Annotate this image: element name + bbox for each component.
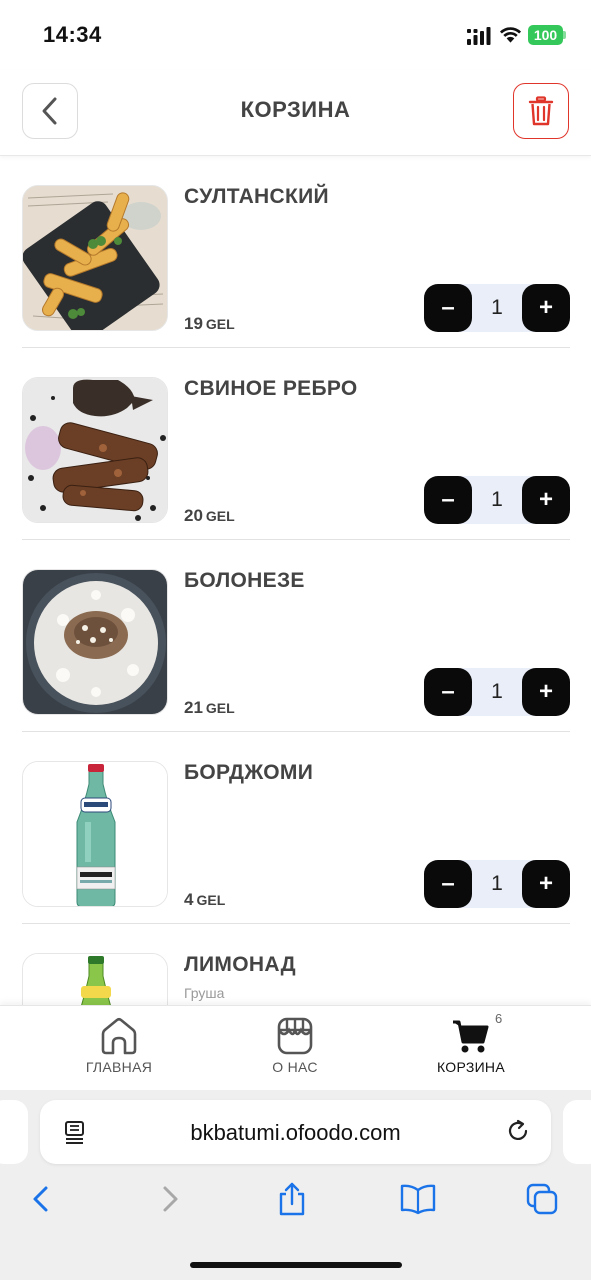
next-tab-preview[interactable]: [563, 1100, 591, 1164]
nav-home-label: ГЛАВНАЯ: [85, 1059, 153, 1075]
battery-level: 100: [528, 25, 563, 45]
cart-icon: [453, 1020, 489, 1053]
bookmarks-icon[interactable]: [399, 1182, 437, 1216]
nav-about[interactable]: О НАС: [215, 1006, 375, 1091]
nav-cart-label: КОРЗИНА: [437, 1059, 505, 1075]
item-name: БОРДЖОМИ: [184, 761, 314, 784]
item-name: СВИНОЕ РЕБРО: [184, 377, 358, 400]
item-image-limonad[interactable]: [22, 953, 168, 1006]
item-price: 4 GEL: [184, 890, 226, 909]
item-price: 20 GEL: [184, 506, 235, 525]
item-name: СУЛТАНСКИЙ: [184, 185, 329, 208]
bottom-navigation: ГЛАВНАЯ О НАС 6 КОРЗИНА: [0, 1005, 591, 1090]
store-icon: [277, 1017, 313, 1055]
quantity-value: 1: [491, 296, 503, 319]
home-icon: [101, 1017, 137, 1055]
status-time: 14:34: [43, 22, 102, 47]
cart-item: СВИНОЕ РЕБРО 20 GEL – 1 +: [22, 348, 570, 540]
quantity-value: 1: [491, 488, 503, 511]
home-indicator: [190, 1262, 402, 1268]
decrease-quantity-button[interactable]: –: [424, 668, 472, 716]
nav-cart[interactable]: 6 КОРЗИНА: [391, 1006, 551, 1091]
decrease-quantity-button[interactable]: –: [424, 284, 472, 332]
item-image-bolonese[interactable]: [22, 569, 168, 715]
clear-cart-button[interactable]: [513, 83, 569, 139]
page-title: КОРЗИНА: [240, 97, 351, 122]
nav-about-label: О НАС: [272, 1059, 318, 1075]
cart-item: БОРДЖОМИ 4 GEL – 1 +: [22, 732, 570, 924]
browser-forward-icon[interactable]: [153, 1182, 185, 1216]
page-header: КОРЗИНА: [0, 70, 591, 156]
browser-back-icon[interactable]: [26, 1182, 58, 1216]
item-image-svinoe-rebro[interactable]: [22, 377, 168, 523]
status-bar: 14:34 100: [0, 0, 591, 70]
previous-tab-preview[interactable]: [0, 1100, 28, 1164]
item-name: БОЛОНЕЗЕ: [184, 569, 305, 592]
decrease-quantity-button[interactable]: –: [424, 860, 472, 908]
cart-item: БОЛОНЕЗЕ 21 GEL – 1 +: [22, 540, 570, 732]
address-bar[interactable]: bkbatumi.ofoodo.com: [40, 1100, 551, 1164]
increase-quantity-button[interactable]: +: [522, 860, 570, 908]
reload-icon[interactable]: [505, 1118, 531, 1144]
cart-item: ЛИМОНАД Груша: [22, 924, 570, 1006]
quantity-stepper: – 1 +: [424, 476, 570, 524]
tabs-icon[interactable]: [526, 1182, 558, 1216]
increase-quantity-button[interactable]: +: [522, 284, 570, 332]
quantity-stepper: – 1 +: [424, 860, 570, 908]
trash-icon: [528, 96, 554, 126]
cellular-signal-icon: [467, 27, 491, 45]
cart-item: СУЛТАНСКИЙ 19 GEL – 1 +: [22, 156, 570, 348]
item-name: ЛИМОНАД: [184, 953, 296, 976]
quantity-stepper: – 1 +: [424, 668, 570, 716]
wifi-icon: [499, 27, 522, 43]
share-icon[interactable]: [276, 1182, 308, 1216]
browser-toolbar: bkbatumi.ofoodo.com: [0, 1090, 591, 1280]
increase-quantity-button[interactable]: +: [522, 476, 570, 524]
battery-icon: 100: [528, 25, 566, 45]
item-image-sultanskiy[interactable]: [22, 185, 168, 331]
nav-home[interactable]: ГЛАВНАЯ: [39, 1006, 199, 1091]
cart-list[interactable]: СУЛТАНСКИЙ 19 GEL – 1 + СВИНОЕ РЕБРО 20 …: [0, 156, 591, 1006]
url-text: bkbatumi.ofoodo.com: [190, 1120, 401, 1145]
increase-quantity-button[interactable]: +: [522, 668, 570, 716]
item-price: 21 GEL: [184, 698, 235, 717]
item-price: 19 GEL: [184, 314, 235, 333]
quantity-stepper: – 1 +: [424, 284, 570, 332]
cart-count-badge: 6: [495, 1011, 503, 1026]
item-variant: Груша: [184, 985, 225, 1001]
item-image-borjomi[interactable]: [22, 761, 168, 907]
quantity-value: 1: [491, 680, 503, 703]
quantity-value: 1: [491, 872, 503, 895]
decrease-quantity-button[interactable]: –: [424, 476, 472, 524]
